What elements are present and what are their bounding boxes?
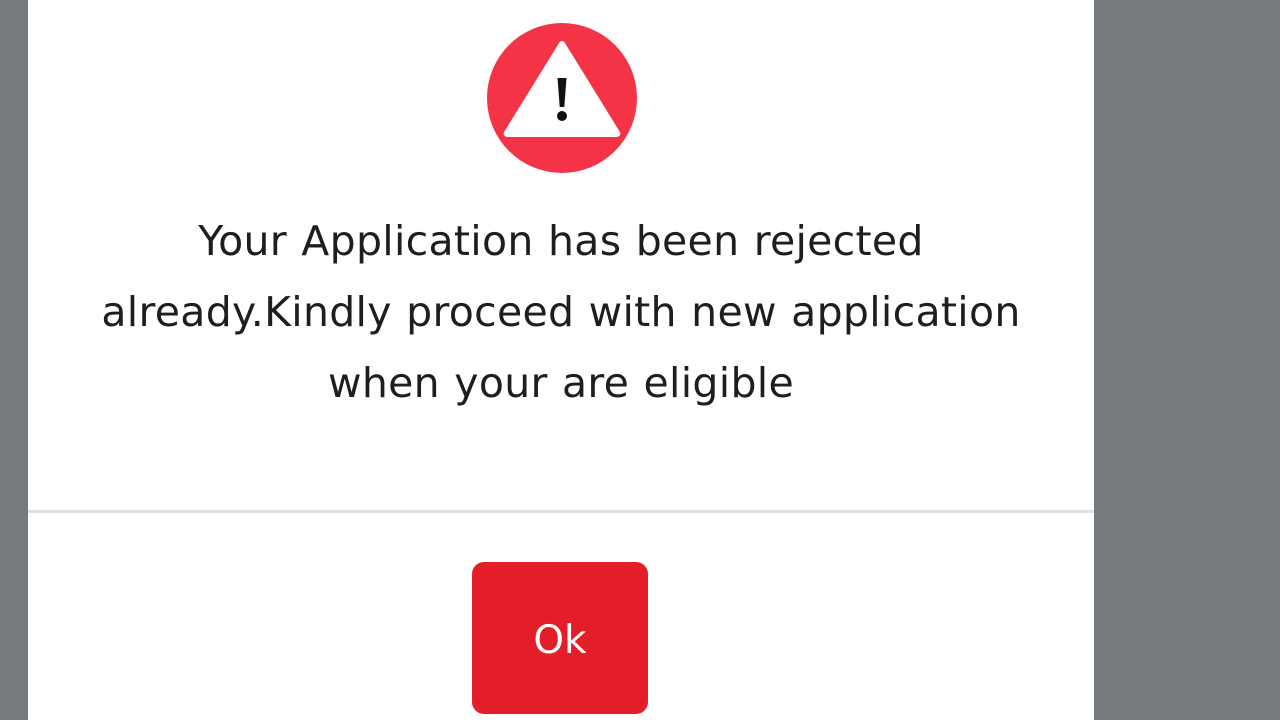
screen-backdrop: { "dialog": { "icon": "warning-triangle-… <box>0 0 1280 720</box>
warning-triangle-icon <box>487 23 637 173</box>
ok-button-label: Ok <box>533 617 587 663</box>
ok-button[interactable]: Ok <box>472 562 648 714</box>
dialog-divider <box>28 510 1094 513</box>
alert-dialog: Your Application has been rejected alrea… <box>28 0 1094 720</box>
warning-triangle-icon-graphic <box>503 41 621 137</box>
rejection-message: Your Application has been rejected alrea… <box>101 217 1021 407</box>
